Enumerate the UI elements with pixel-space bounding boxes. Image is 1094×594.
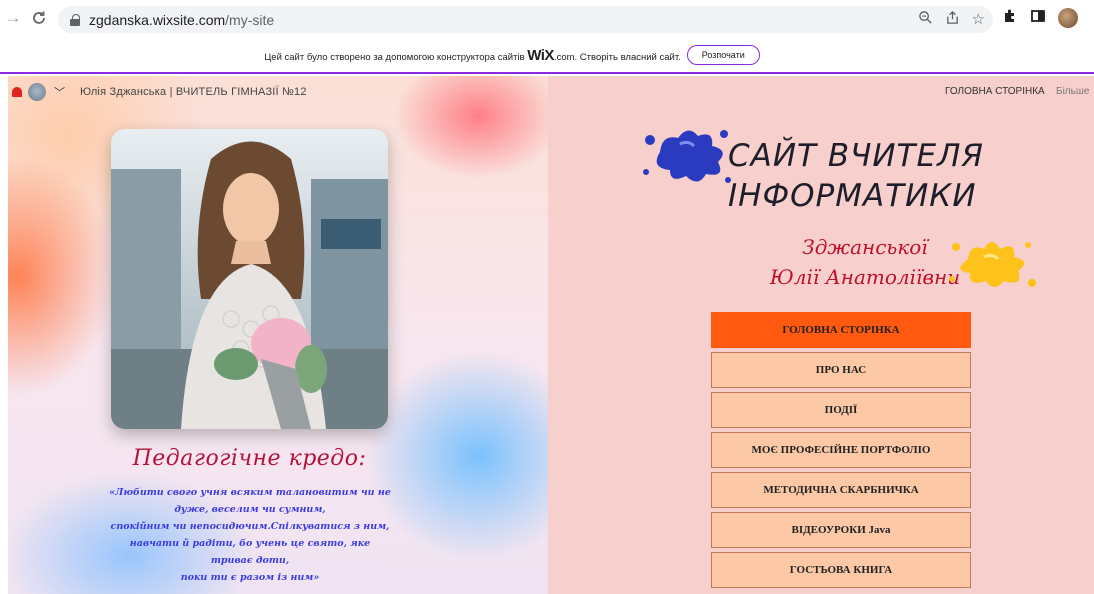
nav-home-link[interactable]: ГОЛОВНА СТОРІНКА bbox=[945, 86, 1045, 97]
menu-item[interactable]: ПОДІЇ bbox=[711, 392, 971, 428]
wix-banner: Цей сайт було створено за допомогою конс… bbox=[0, 38, 1094, 74]
lock-icon[interactable] bbox=[70, 13, 80, 26]
star-icon[interactable]: ☆ bbox=[972, 10, 985, 29]
site-menu: ГОЛОВНА СТОРІНКА ПРО НАС ПОДІЇ МОЄ ПРОФЕСІЙ… bbox=[711, 312, 971, 592]
site-header: ﹀ Юлія Зджанська | ВЧИТЕЛЬ ГІМНАЗІЇ №12 … bbox=[8, 76, 1094, 110]
teacher-photo bbox=[111, 129, 388, 429]
reload-icon[interactable] bbox=[28, 7, 50, 29]
user-avatar[interactable] bbox=[28, 83, 46, 101]
site-title: САЙТ ВЧИТЕЛЯ ІНФОРМАТИКИ bbox=[728, 138, 984, 214]
menu-item[interactable]: ГОЛОВНА СТОРІНКА bbox=[711, 312, 971, 348]
browser-toolbar: → zgdanska.wixsite.com/my-site ☆ bbox=[0, 0, 1094, 38]
url-text[interactable]: zgdanska.wixsite.com/my-site bbox=[89, 12, 274, 28]
menu-item[interactable]: МЕТОДИЧНА СКАРБНИЧКА bbox=[711, 472, 971, 508]
zoom-icon[interactable] bbox=[918, 10, 933, 29]
site-page: ﹀ Юлія Зджанська | ВЧИТЕЛЬ ГІМНАЗІЇ №12 … bbox=[0, 76, 1094, 594]
address-bar[interactable]: zgdanska.wixsite.com/my-site ☆ bbox=[58, 6, 993, 33]
menu-item[interactable]: МОЄ ПРОФЕСІЙНЕ ПОРТФОЛІО bbox=[711, 432, 971, 468]
menu-item[interactable]: ГОСТЬОВА КНИГА bbox=[711, 552, 971, 588]
back-arrow-icon[interactable]: → bbox=[2, 7, 24, 29]
chevron-down-icon[interactable]: ﹀ bbox=[54, 84, 65, 100]
blue-paint-splat bbox=[643, 130, 731, 183]
bell-icon[interactable] bbox=[12, 87, 22, 97]
nav-more-link[interactable]: Більше bbox=[1056, 86, 1089, 97]
menu-item[interactable]: ВІДЕОУРОКИ Java bbox=[711, 512, 971, 548]
profile-avatar[interactable] bbox=[1058, 8, 1078, 28]
start-button[interactable]: Розпочати bbox=[686, 45, 760, 65]
wix-banner-text: Цей сайт було створено за допомогою конс… bbox=[264, 46, 681, 64]
credo-text: «Любити свого учня всяким талановитим чи… bbox=[109, 487, 391, 583]
credo-title: Педагогічне кредо: bbox=[132, 446, 367, 471]
sidebar-icon[interactable] bbox=[1030, 8, 1046, 29]
site-name[interactable]: Юлія Зджанська | ВЧИТЕЛЬ ГІМНАЗІЇ №12 bbox=[80, 86, 307, 98]
menu-item[interactable]: ПРО НАС bbox=[711, 352, 971, 388]
share-icon[interactable] bbox=[945, 10, 960, 29]
yellow-paint-splat bbox=[949, 242, 1036, 287]
extensions-icon[interactable] bbox=[1002, 8, 1018, 29]
